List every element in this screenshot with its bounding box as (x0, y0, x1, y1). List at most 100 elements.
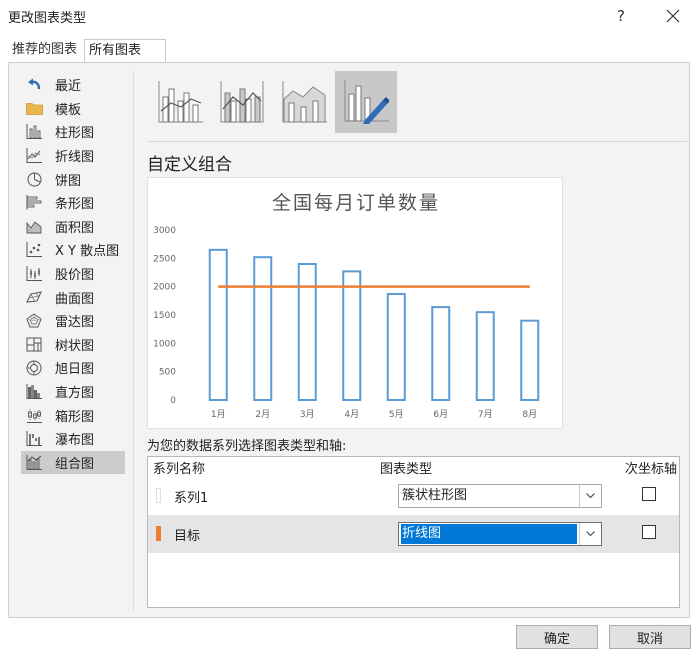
header-chart-type: 图表类型 (380, 462, 433, 477)
series-name: 目标 (174, 529, 201, 544)
tab-recommended-charts[interactable]: 推荐的图表 (8, 39, 82, 63)
dialog-footer: 确定 取消 (0, 618, 692, 652)
clustered-column-line-secondary-axis-icon (220, 81, 264, 123)
chart-preview: 全国每月订单数量 0 500 1000 1500 2000 2500 3000 1月 2月 3月 4… (147, 177, 563, 429)
x-tick-label: 2月 (255, 409, 270, 420)
scatter-chart-icon (25, 242, 43, 258)
x-tick-label: 4月 (344, 409, 359, 420)
secondary-axis-checkbox[interactable] (642, 487, 656, 501)
category-label: 树状图 (55, 338, 95, 354)
subtype-clustered-column-line[interactable] (149, 71, 211, 133)
radar-chart-icon (25, 313, 43, 329)
bar-chart-icon (25, 195, 43, 211)
category-box-whisker[interactable]: 箱形图 (21, 403, 125, 427)
close-icon (666, 9, 680, 23)
histogram-chart-icon (25, 384, 43, 400)
series-name: 系列1 (174, 491, 209, 506)
category-scatter[interactable]: X Y 散点图 (21, 238, 125, 262)
ok-button[interactable]: 确定 (516, 625, 598, 649)
chart-type-value: 折线图 (401, 524, 577, 544)
category-label: 瀑布图 (55, 433, 95, 449)
category-treemap[interactable]: 树状图 (21, 333, 125, 357)
chart-type-value: 簇状柱形图 (402, 488, 468, 503)
stacked-area-clustered-column-icon (282, 81, 327, 123)
close-button[interactable] (656, 2, 690, 30)
custom-combination-icon (344, 80, 389, 124)
bar (386, 293, 406, 401)
header-series-name: 系列名称 (153, 462, 206, 477)
box-whisker-chart-icon (25, 407, 43, 423)
sunburst-chart-icon (25, 360, 43, 376)
series-grid: 系列名称 图表类型 次坐标轴 系列1 簇状柱形图 目标 折线图 (147, 456, 680, 608)
category-label: 柱形图 (55, 126, 95, 142)
category-sunburst[interactable]: 旭日图 (21, 356, 125, 380)
x-tick-label: 1月 (211, 409, 226, 420)
cancel-button[interactable]: 取消 (609, 625, 691, 649)
secondary-axis-checkbox[interactable] (642, 525, 656, 539)
series-row[interactable]: 系列1 簇状柱形图 (148, 477, 679, 515)
clustered-column-line-icon (158, 81, 203, 123)
x-tick-label: 8月 (522, 409, 537, 420)
category-label: X Y 散点图 (55, 244, 120, 260)
category-label: 面积图 (55, 220, 95, 236)
bar (297, 263, 317, 401)
y-tick-label: 1500 (153, 311, 176, 321)
category-label: 折线图 (55, 150, 95, 166)
all-charts-panel: 最近 模板 柱形图 折线图 饼图 条形图 面积图 X Y 散点图 股价图 曲面图… (8, 62, 690, 618)
category-surface[interactable]: 曲面图 (21, 285, 125, 309)
series-row[interactable]: 目标 折线图 (148, 515, 679, 553)
y-tick-label: 1000 (153, 339, 176, 349)
tab-all-charts[interactable]: 所有图表 (84, 39, 166, 63)
category-label: 最近 (55, 79, 82, 95)
category-label: 模板 (55, 102, 82, 118)
chart-type-select[interactable]: 簇状柱形图 (398, 484, 602, 508)
category-line[interactable]: 折线图 (21, 144, 125, 168)
category-area[interactable]: 面积图 (21, 215, 125, 239)
y-tick-label: 3000 (153, 226, 176, 236)
category-pie[interactable]: 饼图 (21, 167, 125, 191)
y-tick-label: 2500 (153, 254, 176, 264)
chart-category-list: 最近 模板 柱形图 折线图 饼图 条形图 面积图 X Y 散点图 股价图 曲面图… (21, 73, 125, 475)
section-title: 自定义组合 (147, 155, 232, 175)
waterfall-chart-icon (25, 431, 43, 447)
category-waterfall[interactable]: 瀑布图 (21, 427, 125, 451)
category-label: 条形图 (55, 197, 95, 213)
category-templates[interactable]: 模板 (21, 97, 125, 121)
y-tick-label: 500 (159, 368, 176, 378)
header-secondary-axis: 次坐标轴 (625, 462, 678, 477)
folder-icon (25, 100, 43, 116)
y-tick-label: 2000 (153, 283, 176, 293)
surface-chart-icon (25, 289, 43, 305)
pie-chart-icon (25, 171, 43, 187)
x-tick-label: 3月 (300, 409, 315, 420)
category-label: 饼图 (55, 173, 82, 189)
x-tick-label: 5月 (389, 409, 404, 420)
column-chart-icon (25, 124, 43, 140)
subtype-stacked-area-clustered-column[interactable] (273, 71, 335, 133)
category-divider (133, 71, 134, 611)
chevron-down-icon (586, 531, 595, 537)
subtype-clustered-column-line-secondary[interactable] (211, 71, 273, 133)
title-bar: 更改图表类型 ? (0, 0, 692, 32)
bar (475, 311, 495, 402)
subtype-custom-combination[interactable] (335, 71, 397, 133)
category-bar[interactable]: 条形图 (21, 191, 125, 215)
help-button[interactable]: ? (604, 2, 638, 30)
grid-header: 系列名称 图表类型 次坐标轴 (148, 457, 679, 477)
category-radar[interactable]: 雷达图 (21, 309, 125, 333)
x-tick-label: 6月 (433, 409, 448, 420)
chevron-down-icon (586, 493, 595, 499)
category-label: 组合图 (55, 456, 95, 472)
chart-type-select[interactable]: 折线图 (398, 522, 602, 546)
area-chart-icon (25, 218, 43, 234)
category-histogram[interactable]: 直方图 (21, 380, 125, 404)
category-recent[interactable]: 最近 (21, 73, 125, 97)
category-combo[interactable]: 组合图 (21, 450, 125, 475)
category-label: 雷达图 (55, 315, 95, 331)
dropdown-button[interactable] (579, 523, 601, 545)
window-title: 更改图表类型 (8, 11, 87, 26)
category-stock[interactable]: 股价图 (21, 262, 125, 286)
dropdown-button[interactable] (579, 485, 601, 507)
category-label: 曲面图 (55, 291, 95, 307)
category-column[interactable]: 柱形图 (21, 120, 125, 144)
